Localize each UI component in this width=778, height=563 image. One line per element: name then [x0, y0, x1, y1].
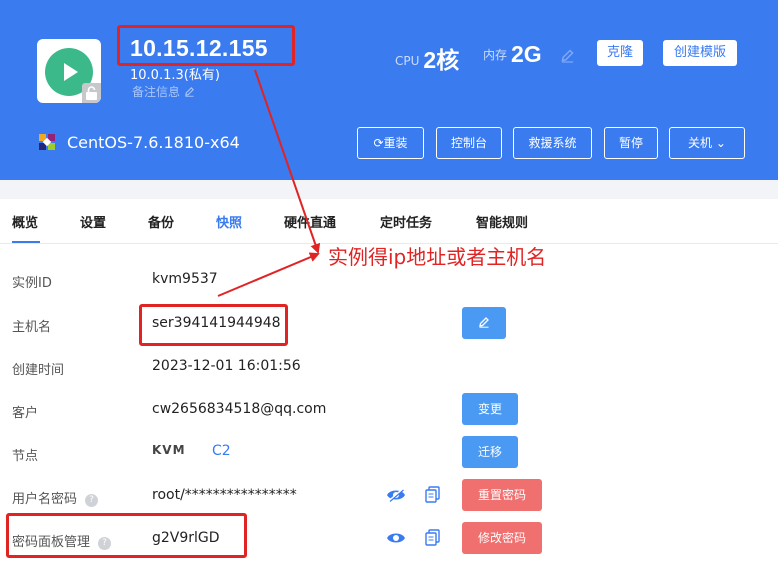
annotation-text: 实例得ip地址或者主机名 — [328, 245, 547, 269]
annotation-arrows — [217, 69, 321, 297]
